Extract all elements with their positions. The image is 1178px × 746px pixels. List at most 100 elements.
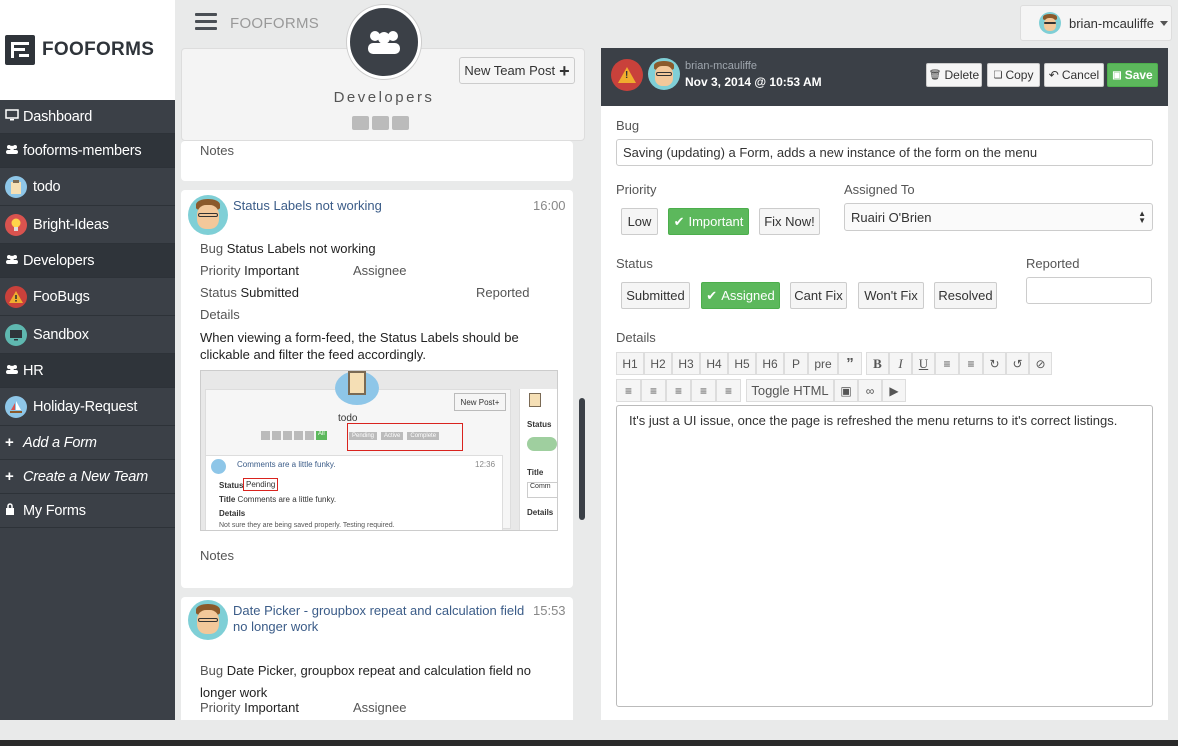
caret-down-icon xyxy=(1160,20,1169,26)
status-assigned-button[interactable]: ✔ Assigned xyxy=(701,282,780,309)
new-team-post-button[interactable]: New Team Post + xyxy=(459,57,575,84)
bold-icon[interactable]: B xyxy=(866,352,889,375)
floppy-icon: ▣ xyxy=(1112,69,1122,81)
sidebar-item-holiday-request[interactable]: Holiday-Request xyxy=(0,388,175,426)
status-resolved-button[interactable]: Resolved xyxy=(934,282,997,309)
status-submitted-button[interactable]: Submitted xyxy=(621,282,690,309)
h1-button[interactable]: H1 xyxy=(616,352,644,375)
notes-label: Notes xyxy=(200,143,234,158)
assigned-to-select[interactable]: Ruairi O'Brien ▲ ▼ xyxy=(844,203,1153,231)
bug-label: Bug xyxy=(200,241,224,256)
pre-button[interactable]: pre xyxy=(808,352,838,375)
warning-icon xyxy=(5,285,27,308)
sidebar-my-forms[interactable]: My Forms xyxy=(0,494,175,528)
list-view-icon[interactable] xyxy=(392,116,409,130)
assigned-to-value: Ruairi O'Brien xyxy=(851,209,932,225)
priority-value: Important xyxy=(244,700,299,715)
sidebar-item-sandbox[interactable]: Sandbox xyxy=(0,316,175,354)
sidebar-item-label: todo xyxy=(33,178,61,195)
sidebar-item-label: Developers xyxy=(23,252,95,269)
link-icon[interactable]: ∞ xyxy=(858,379,882,402)
undo-icon[interactable]: ↺ xyxy=(1006,352,1029,375)
post-time: 15:53 xyxy=(533,603,566,618)
p-button[interactable]: P xyxy=(784,352,808,375)
status-cant-fix-button[interactable]: Cant Fix xyxy=(790,282,847,309)
h6-button[interactable]: H6 xyxy=(756,352,784,375)
align-center-icon[interactable]: ≡ xyxy=(641,379,666,402)
feed-card[interactable]: Date Picker - groupbox repeat and calcul… xyxy=(181,597,573,720)
brand-name: FOOFORMS xyxy=(42,39,155,60)
delete-label: Delete xyxy=(944,68,980,82)
priority-fix-now-button[interactable]: Fix Now! xyxy=(759,208,820,235)
priority-important-button[interactable]: ✔ Important xyxy=(668,208,749,235)
user-menu[interactable]: brian-mcauliffe xyxy=(1020,5,1172,41)
priority-label: Priority xyxy=(200,263,241,278)
hamburger-menu-icon[interactable] xyxy=(195,13,217,32)
h4-button[interactable]: H4 xyxy=(700,352,728,375)
quote-icon[interactable]: ” xyxy=(838,352,862,375)
redo-icon[interactable]: ↻ xyxy=(983,352,1006,375)
sidebar-team-fooforms-members[interactable]: fooforms-members xyxy=(0,134,175,168)
feed-card[interactable]: Status Labels not working 16:00 Bug Stat… xyxy=(181,190,573,588)
sidebar-item-bright-ideas[interactable]: Bright-Ideas xyxy=(0,206,175,244)
post-title[interactable]: Status Labels not working xyxy=(233,198,382,213)
toggle-html-button[interactable]: Toggle HTML xyxy=(746,379,834,402)
sidebar-team-developers[interactable]: Developers xyxy=(0,244,175,278)
align-right-icon[interactable]: ≡ xyxy=(666,379,691,402)
fooforms-logo-icon xyxy=(5,35,35,65)
save-button[interactable]: ▣ Save xyxy=(1107,63,1158,87)
priority-value: Important xyxy=(244,263,299,278)
brand-logo[interactable]: FOOFORMS xyxy=(0,0,175,100)
numbered-list-icon[interactable]: ≡ xyxy=(959,352,983,375)
users-icon xyxy=(5,254,19,268)
save-label: Save xyxy=(1124,68,1153,82)
bullet-list-icon[interactable]: ≡ xyxy=(935,352,959,375)
team-feed: Notes Status Labels not working 16:00 Bu… xyxy=(181,141,573,720)
indent-icon[interactable]: ≡ xyxy=(691,379,716,402)
sidebar-item-label: My Forms xyxy=(23,502,86,519)
details-text: When viewing a form-feed, the Status Lab… xyxy=(200,330,519,362)
sidebar-item-todo[interactable]: todo xyxy=(0,168,175,206)
cancel-button[interactable]: ↶ Cancel xyxy=(1044,63,1104,87)
bug-input[interactable]: Saving (updating) a Form, adds a new ins… xyxy=(616,139,1153,166)
shot-side-details: Details xyxy=(527,508,554,517)
image-icon[interactable]: ▣ xyxy=(834,379,858,402)
delete-button[interactable]: 🗑 Delete xyxy=(926,63,982,87)
sidebar-add-form[interactable]: + Add a Form xyxy=(0,426,175,460)
details-editor[interactable]: It's just a UI issue, once the page is r… xyxy=(616,405,1153,707)
video-icon[interactable]: ▶ xyxy=(882,379,906,402)
priority-low-button[interactable]: Low xyxy=(621,208,658,235)
status-wont-fix-button[interactable]: Won't Fix xyxy=(858,282,924,309)
assignee-label: Assignee xyxy=(353,700,407,715)
reported-input[interactable] xyxy=(1026,277,1152,304)
copy-button[interactable]: ❏ Copy xyxy=(987,63,1040,87)
feed-scrollbar[interactable] xyxy=(579,398,585,520)
details-label: Details xyxy=(200,307,240,322)
plus-icon: + xyxy=(5,468,14,485)
topbar-brand: FOOFORMS xyxy=(230,15,320,32)
reported-label: Reported xyxy=(1026,256,1080,271)
search-icon[interactable] xyxy=(352,116,369,130)
h5-button[interactable]: H5 xyxy=(728,352,756,375)
h3-button[interactable]: H3 xyxy=(672,352,700,375)
h2-button[interactable]: H2 xyxy=(644,352,672,375)
underline-icon[interactable]: U xyxy=(912,352,935,375)
sidebar: FOOFORMS Dashboard fooforms-members todo… xyxy=(0,0,175,720)
sailboat-icon xyxy=(5,395,27,418)
post-title[interactable]: Date Picker - groupbox repeat and calcul… xyxy=(233,603,529,635)
clear-format-icon[interactable]: ⊘ xyxy=(1029,352,1052,375)
italic-icon[interactable]: I xyxy=(889,352,912,375)
grid-view-icon[interactable] xyxy=(372,116,389,130)
sidebar-item-dashboard[interactable]: Dashboard xyxy=(0,100,175,134)
outdent-icon[interactable]: ≡ xyxy=(716,379,741,402)
sidebar-item-label: HR xyxy=(23,362,44,379)
priority-label: Priority xyxy=(200,700,241,715)
sidebar-create-team[interactable]: + Create a New Team xyxy=(0,460,175,494)
attached-screenshot[interactable]: New Post + todo All Pending Active Comple… xyxy=(200,370,558,531)
feed-card[interactable]: Notes xyxy=(181,141,573,181)
details-label: Details xyxy=(616,330,656,345)
sidebar-item-foobugs[interactable]: FooBugs xyxy=(0,278,175,316)
author-name: brian-mcauliffe xyxy=(685,60,757,72)
align-left-icon[interactable]: ≡ xyxy=(616,379,641,402)
sidebar-team-hr[interactable]: HR xyxy=(0,354,175,388)
